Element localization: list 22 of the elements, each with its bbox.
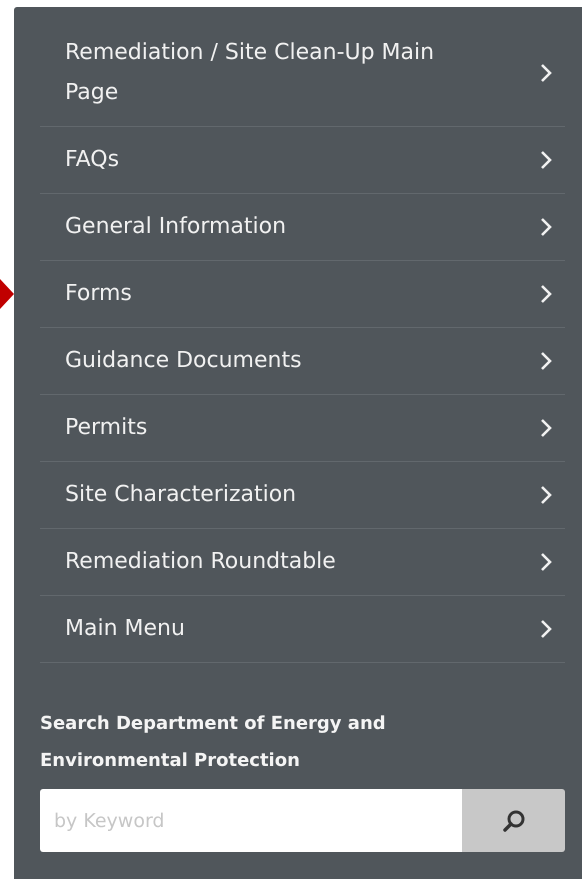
menu-item[interactable]: Remediation Roundtable — [40, 529, 565, 596]
chevron-right-icon — [539, 216, 553, 238]
search-field[interactable]: by Keyword — [40, 789, 462, 852]
chevron-right-icon — [539, 350, 553, 372]
menu-item[interactable]: FAQs — [40, 127, 565, 194]
chevron-right-icon — [539, 618, 553, 640]
chevron-right-icon — [539, 417, 553, 439]
chevron-right-icon — [539, 551, 553, 573]
menu-item[interactable]: Main Menu — [40, 596, 565, 663]
chevron-right-icon — [539, 62, 553, 84]
search-button[interactable] — [462, 789, 565, 852]
menu-item[interactable]: Permits — [40, 395, 565, 462]
menu-item[interactable]: General Information — [40, 194, 565, 261]
menu-item[interactable]: Guidance Documents — [40, 328, 565, 395]
menu-item[interactable]: Site Characterization — [40, 462, 565, 529]
chevron-right-icon — [539, 283, 553, 305]
menu-item[interactable]: Forms — [40, 261, 565, 328]
search-heading: Search Department of Energy and Environmental Protection — [40, 712, 387, 773]
chevron-right-icon — [539, 149, 553, 171]
chevron-right-icon — [539, 484, 553, 506]
menu-item[interactable]: Remediation / Site Clean-Up Main Page — [40, 27, 565, 127]
search-icon — [500, 808, 526, 834]
